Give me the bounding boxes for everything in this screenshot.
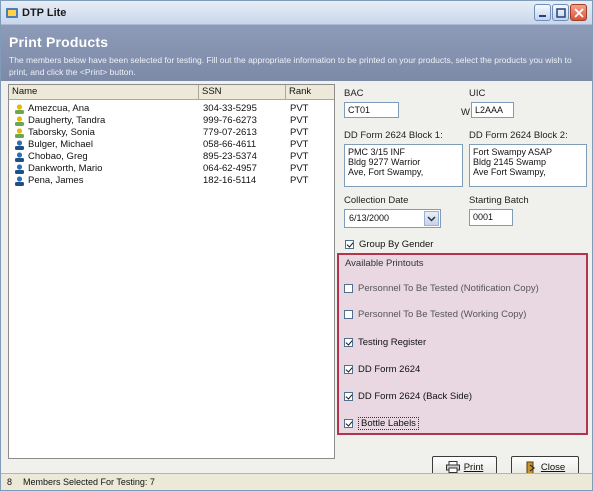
maximize-icon — [556, 8, 566, 18]
member-rank: PVT — [290, 151, 309, 162]
member-name: Pena, James — [28, 175, 84, 186]
page-title: Print Products — [9, 34, 109, 50]
status-bar: 8 Members Selected For Testing: 7 — [1, 473, 592, 490]
maximize-button[interactable] — [552, 4, 569, 21]
table-row[interactable]: Dankworth, Mario 064-62-4957 PVT — [9, 163, 334, 175]
member-rank: PVT — [290, 115, 309, 126]
table-row[interactable]: Chobao, Greg 895-23-5374 PVT — [9, 151, 334, 163]
app-icon — [6, 8, 18, 18]
printout-label: Personnel To Be Tested (Working Copy) — [358, 309, 527, 320]
member-rank: PVT — [290, 127, 309, 138]
member-name: Amezcua, Ana — [28, 103, 90, 114]
window-title: DTP Lite — [22, 7, 67, 19]
printout-dd-form-2624[interactable]: DD Form 2624 — [344, 364, 420, 375]
printout-label: DD Form 2624 (Back Side) — [358, 391, 473, 402]
page-description: The members below have been selected for… — [9, 55, 572, 77]
table-row[interactable]: Pena, James 182-16-5114 PVT — [9, 175, 334, 187]
member-rank: PVT — [290, 163, 309, 174]
status-count: 8 — [7, 477, 13, 487]
checkbox-box[interactable] — [344, 419, 353, 428]
collection-date-label: Collection Date — [344, 195, 409, 206]
minimize-icon — [539, 15, 546, 17]
member-ssn: 779-07-2613 — [203, 127, 257, 138]
block1-label: DD Form 2624 Block 1: — [344, 130, 443, 141]
female-user-icon — [15, 128, 24, 138]
collection-date-picker[interactable]: 6/13/2000 — [344, 209, 441, 228]
column-header-rank[interactable]: Rank — [286, 85, 334, 99]
members-list[interactable]: Name SSN Rank Amezcua, Ana 304-33-5295 PVT… — [8, 84, 335, 459]
close-label: Close — [540, 461, 566, 473]
block1-textarea[interactable]: PMC 3/15 INF Bldg 9277 Warrior Ave, Fort… — [344, 144, 463, 187]
male-user-icon — [15, 152, 24, 162]
printer-icon — [445, 461, 460, 473]
member-rank: PVT — [290, 175, 309, 186]
checkbox-box[interactable] — [344, 284, 353, 293]
member-rank: PVT — [290, 139, 309, 150]
chevron-down-icon — [427, 216, 436, 222]
female-user-icon — [15, 104, 24, 114]
male-user-icon — [15, 140, 24, 150]
member-name: Bulger, Michael — [28, 139, 93, 150]
block2-label: DD Form 2624 Block 2: — [469, 130, 568, 141]
list-header: Name SSN Rank — [9, 85, 334, 100]
available-printouts-group: Available Printouts Personnel To Be Test… — [337, 253, 588, 435]
group-by-gender-label: Group By Gender — [359, 239, 434, 250]
exit-door-icon — [526, 461, 535, 473]
collection-date-value: 6/13/2000 — [349, 213, 390, 223]
male-user-icon — [15, 164, 24, 174]
female-user-icon — [15, 116, 24, 126]
printouts-title: Available Printouts — [345, 258, 424, 269]
checkbox-box[interactable] — [345, 240, 354, 249]
member-ssn: 895-23-5374 — [203, 151, 257, 162]
group-by-gender-checkbox[interactable]: Group By Gender — [345, 239, 433, 250]
checkbox-box[interactable] — [344, 310, 353, 319]
close-icon — [574, 8, 584, 18]
app-window: DTP Lite Print Products The members belo… — [0, 0, 593, 491]
printout-label: Testing Register — [358, 337, 427, 348]
uic-prefix: W — [461, 107, 470, 118]
dropdown-button[interactable] — [424, 211, 439, 226]
status-text: Members Selected For Testing: 7 — [23, 477, 155, 487]
member-ssn: 064-62-4957 — [203, 163, 257, 174]
printout-bottle-labels[interactable]: Bottle Labels — [344, 417, 419, 430]
bac-label: BAC — [344, 88, 364, 99]
block2-textarea[interactable]: Fort Swampy ASAP Bldg 2145 Swamp Ave For… — [469, 144, 587, 187]
page-header: Print Products The members below have be… — [1, 25, 592, 81]
printout-dd-form-2624-back[interactable]: DD Form 2624 (Back Side) — [344, 391, 472, 402]
member-ssn: 999-76-6273 — [203, 115, 257, 126]
printout-label: DD Form 2624 — [358, 364, 421, 375]
starting-batch-label: Starting Batch — [469, 195, 529, 206]
title-bar: DTP Lite — [1, 1, 592, 25]
member-ssn: 182-16-5114 — [203, 175, 257, 186]
column-header-ssn[interactable]: SSN — [199, 85, 286, 99]
uic-label: UIC — [469, 88, 486, 99]
minimize-button[interactable] — [534, 4, 551, 21]
printout-label: Personnel To Be Tested (Notification Cop… — [358, 283, 539, 294]
checkbox-box[interactable] — [344, 392, 353, 401]
member-name: Chobao, Greg — [28, 151, 88, 162]
member-ssn: 304-33-5295 — [203, 103, 257, 114]
printout-working-copy[interactable]: Personnel To Be Tested (Working Copy) — [344, 309, 526, 320]
printout-testing-register[interactable]: Testing Register — [344, 337, 426, 348]
member-name: Daugherty, Tandra — [28, 115, 106, 126]
bac-input[interactable]: CT01 — [344, 102, 399, 118]
print-label: Print — [463, 461, 484, 473]
table-row[interactable]: Amezcua, Ana 304-33-5295 PVT — [9, 103, 334, 115]
table-row[interactable]: Bulger, Michael 058-66-4611 PVT — [9, 139, 334, 151]
member-name: Dankworth, Mario — [28, 163, 103, 174]
printout-label: Bottle Labels — [358, 417, 419, 430]
uic-input[interactable]: L2AAA — [471, 102, 514, 118]
printout-notification-copy[interactable]: Personnel To Be Tested (Notification Cop… — [344, 283, 539, 294]
close-window-button[interactable] — [570, 4, 587, 21]
male-user-icon — [15, 176, 24, 186]
member-name: Taborsky, Sonia — [28, 127, 95, 138]
checkbox-box[interactable] — [344, 365, 353, 374]
starting-batch-input[interactable]: 0001 — [469, 209, 513, 226]
checkbox-box[interactable] — [344, 338, 353, 347]
column-header-name[interactable]: Name — [9, 85, 199, 99]
table-row[interactable]: Daugherty, Tandra 999-76-6273 PVT — [9, 115, 334, 127]
member-ssn: 058-66-4611 — [203, 139, 257, 150]
table-row[interactable]: Taborsky, Sonia 779-07-2613 PVT — [9, 127, 334, 139]
member-rank: PVT — [290, 103, 309, 114]
